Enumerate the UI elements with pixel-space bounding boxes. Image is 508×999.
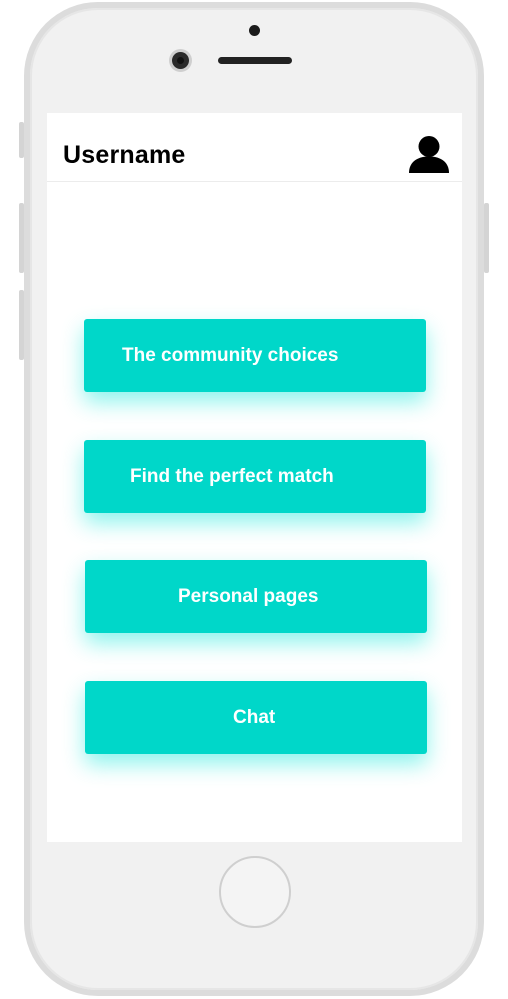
chat-label: Chat bbox=[233, 707, 276, 728]
page-title: Username bbox=[63, 141, 186, 169]
personal-pages-label: Personal pages bbox=[178, 586, 319, 607]
power-button bbox=[484, 203, 489, 273]
earpiece-speaker bbox=[218, 57, 292, 64]
find-perfect-match-button[interactable]: Find the perfect match bbox=[84, 440, 426, 513]
community-choices-label: The community choices bbox=[122, 345, 339, 366]
proximity-sensor bbox=[172, 52, 189, 69]
mute-switch bbox=[19, 122, 24, 158]
personal-pages-button[interactable]: Personal pages bbox=[85, 560, 427, 633]
volume-down-button bbox=[19, 290, 24, 360]
user-profile-icon[interactable] bbox=[408, 135, 450, 173]
home-button[interactable] bbox=[219, 856, 291, 928]
volume-up-button bbox=[19, 203, 24, 273]
find-perfect-match-label: Find the perfect match bbox=[130, 466, 334, 487]
app-screen: Username The community choices Find the … bbox=[47, 113, 462, 842]
community-choices-button[interactable]: The community choices bbox=[84, 319, 426, 392]
chat-button[interactable]: Chat bbox=[85, 681, 427, 754]
app-header: Username bbox=[47, 113, 462, 182]
front-camera bbox=[249, 25, 260, 36]
